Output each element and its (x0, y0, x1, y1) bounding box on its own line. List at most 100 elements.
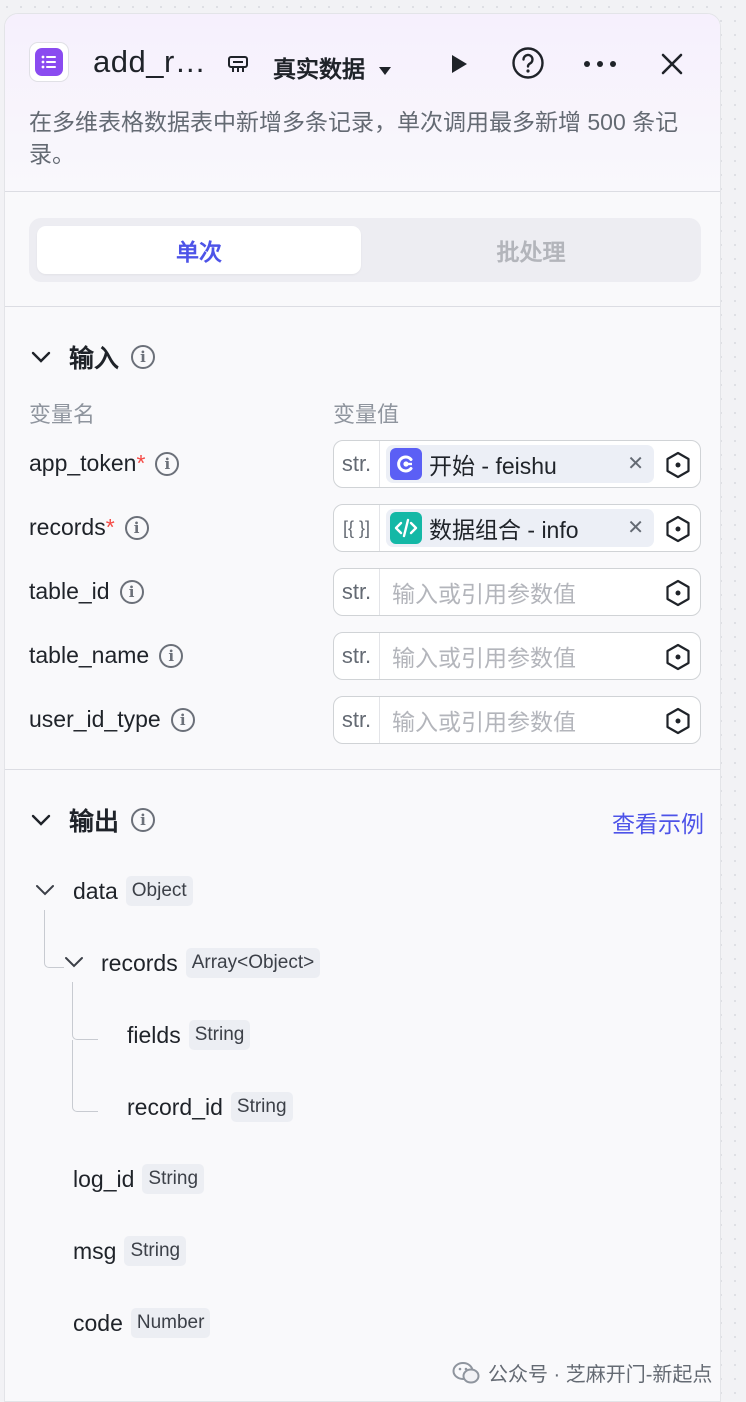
output-section: 输出 i 查看示例 data Object records Array<Obje… (5, 770, 720, 1401)
tab-batch[interactable]: 批处理 (369, 226, 693, 274)
watermark: 公众号 · 芝麻开门-新起点 (452, 1358, 712, 1387)
param-row: user_id_type i str. 输入或引用参数值 (5, 696, 720, 744)
output-field-record-id: record_id String (127, 1092, 293, 1122)
reference-label: 开始 - feishu (429, 453, 557, 479)
play-icon (452, 55, 467, 73)
field-type-badge: String (230, 1092, 293, 1122)
close-button[interactable] (655, 47, 689, 81)
chevron-down-icon[interactable] (64, 955, 84, 969)
user-id-type-field[interactable]: str. 输入或引用参数值 (333, 696, 701, 744)
param-name-label: table_id (29, 578, 110, 604)
param-name: table_name i (29, 642, 184, 669)
view-example-link[interactable]: 查看示例 (612, 805, 704, 839)
remove-reference-icon[interactable]: ✕ (627, 451, 644, 476)
info-icon[interactable]: i (119, 579, 144, 604)
field-type-badge: Number (130, 1308, 211, 1338)
field-name: data (73, 877, 118, 904)
input-title: 输入 (69, 345, 120, 373)
param-row: table_id i str. 输入或引用参数值 (5, 568, 720, 616)
output-title: 输出 (69, 808, 120, 836)
param-row: table_name i str. 输入或引用参数值 (5, 632, 720, 680)
variable-picker-icon[interactable] (664, 515, 692, 543)
tree-connector (44, 910, 64, 968)
info-icon[interactable]: i (124, 515, 149, 540)
field-type-badge: String (124, 1236, 187, 1266)
field-name: records (101, 949, 178, 976)
output-field-fields: fields String (127, 1020, 251, 1050)
info-icon[interactable]: i (131, 808, 156, 832)
type-tag: str. (334, 697, 380, 743)
mode-dropdown[interactable]: 真实数据 (273, 50, 393, 84)
help-button[interactable] (510, 45, 546, 81)
chevron-down-icon[interactable] (35, 883, 55, 897)
node-description: 在多维表格数据表中新增多条记录，单次调用最多新增 500 条记录。 (29, 109, 679, 167)
reference-label: 数据组合 - info (429, 517, 579, 543)
param-name-label: app_token (29, 450, 137, 476)
tree-connector (72, 982, 98, 1040)
chevron-down-icon (31, 351, 51, 363)
param-row: app_token * i str. 开始 - feishu ✕ (5, 440, 720, 488)
variable-picker-icon[interactable] (664, 579, 692, 607)
type-tag: str. (334, 441, 380, 487)
mode-label: 真实数据 (273, 56, 365, 82)
param-row: records * i [{ }] 数据组合 - info ✕ (5, 504, 720, 552)
panel-header: add_r… 真实数据 在多维表格数据表中新增多条记录，单次调用最多新增 500… (5, 14, 720, 192)
field-type-badge: String (188, 1020, 251, 1050)
info-icon[interactable]: i (159, 643, 184, 668)
variable-picker-icon[interactable] (664, 707, 692, 735)
output-section-header[interactable]: 输出 i (31, 802, 156, 838)
variable-picker-icon[interactable] (664, 451, 692, 479)
output-field-data: data Object (73, 876, 193, 906)
more-dots-icon (584, 61, 616, 67)
node-title[interactable]: add_r… (93, 44, 206, 80)
field-type-badge: String (142, 1164, 205, 1194)
run-button[interactable] (441, 47, 475, 81)
field-name: record_id (127, 1093, 223, 1120)
remove-reference-icon[interactable]: ✕ (627, 515, 644, 540)
field-placeholder: 输入或引用参数值 (392, 581, 576, 607)
output-field-msg: msg String (73, 1236, 187, 1266)
info-icon[interactable]: i (131, 345, 156, 369)
param-name-label: user_id_type (29, 706, 161, 732)
table-id-field[interactable]: str. 输入或引用参数值 (333, 568, 701, 616)
info-icon[interactable]: i (155, 451, 180, 476)
field-type-badge: Object (125, 876, 193, 906)
param-name: table_id i (29, 578, 144, 605)
caret-down-icon (379, 67, 392, 75)
input-section-header[interactable]: 输入 i (31, 339, 156, 375)
table-name-field[interactable]: str. 输入或引用参数值 (333, 632, 701, 680)
node-icon (29, 42, 69, 82)
field-placeholder: 输入或引用参数值 (392, 645, 576, 671)
records-field[interactable]: [{ }] 数据组合 - info ✕ (333, 504, 701, 552)
reference-chip[interactable]: 开始 - feishu ✕ (386, 445, 654, 483)
mode-icon[interactable] (223, 50, 253, 80)
type-tag: [{ }] (334, 505, 380, 551)
field-placeholder: 输入或引用参数值 (392, 709, 576, 735)
reference-chip[interactable]: 数据组合 - info ✕ (386, 509, 654, 547)
param-name-label: table_name (29, 642, 150, 668)
watermark-text: 公众号 · 芝麻开门-新起点 (488, 1364, 713, 1386)
param-name-label: records (29, 514, 106, 540)
close-icon (661, 53, 683, 75)
column-header-value: 变量值 (333, 402, 400, 427)
param-name: records * i (29, 514, 149, 541)
table-list-icon (35, 48, 63, 76)
required-mark: * (105, 514, 115, 540)
param-name: app_token * i (29, 450, 180, 477)
output-field-log-id: log_id String (73, 1164, 205, 1194)
mode-tabs: 单次 批处理 (29, 218, 701, 282)
app-token-field[interactable]: str. 开始 - feishu ✕ (333, 440, 701, 488)
param-name: user_id_type i (29, 706, 195, 733)
field-name: code (73, 1309, 123, 1336)
question-icon (512, 47, 544, 79)
field-type-badge: Array<Object> (185, 948, 321, 978)
input-section: 输入 i 变量名 变量值 app_token * i str. 开始 - fei… (5, 307, 720, 770)
info-icon[interactable]: i (170, 707, 195, 732)
tab-single[interactable]: 单次 (37, 226, 361, 274)
wechat-icon (452, 1361, 480, 1383)
variable-picker-icon[interactable] (664, 643, 692, 671)
mode-tabs-area: 单次 批处理 (5, 192, 720, 307)
tree-connector (72, 1040, 98, 1112)
field-name: msg (73, 1237, 117, 1264)
more-button[interactable] (582, 47, 618, 81)
